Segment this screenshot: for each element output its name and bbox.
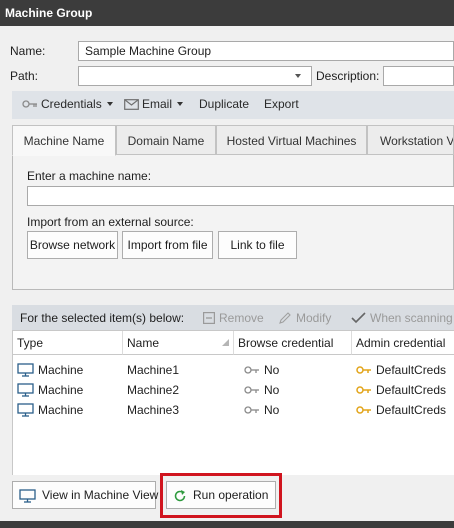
gold-key-icon [356,385,372,395]
pencil-icon [278,311,292,325]
admin-text: DefaultCreds [376,382,447,397]
toolbar: Credentials Email Duplicate Export [12,91,454,119]
tab-machine-name[interactable]: Machine Name [12,125,116,156]
type-cell: Machine [13,398,123,418]
column-header-admin-credential[interactable]: Admin credential [352,331,454,355]
type-text: Machine [38,382,84,397]
admin-text: DefaultCreds [376,402,447,417]
minus-box-icon [203,312,215,324]
tab-workstation-vms[interactable]: Workstation VMs [367,125,454,155]
export-button[interactable]: Export [264,97,299,111]
machine-name-input[interactable] [27,186,454,206]
key-icon [244,405,260,415]
column-header-type[interactable]: Type [13,331,123,355]
admin-cell: DefaultCreds [352,358,454,378]
selection-label: For the selected item(s) below: [20,311,185,325]
column-header-name-label: Name [127,336,160,350]
when-scanning-label: When scanning [370,311,453,325]
browse-cell: No [234,398,352,418]
machine-grid: Type Name Browse credential Admin creden… [12,331,454,475]
admin-text: DefaultCreds [376,362,447,377]
chevron-down-icon[interactable] [295,74,301,78]
selection-toolbar: For the selected item(s) below: Remove M… [12,305,454,331]
browse-network-button[interactable]: Browse network [27,231,118,259]
when-scanning-button[interactable]: When scanning [351,311,453,325]
admin-cell: DefaultCreds [352,398,454,418]
monitor-icon [17,362,34,377]
enter-machine-label: Enter a machine name: [27,169,152,183]
tab-hosted-virtual-machines[interactable]: Hosted Virtual Machines [216,125,367,155]
import-from-file-button[interactable]: Import from file [122,231,213,259]
monitor-icon [17,382,34,397]
tab-domain-name[interactable]: Domain Name [116,125,216,155]
link-to-file-button[interactable]: Link to file [218,231,297,259]
window-title: Machine Group [0,0,454,26]
email-label: Email [142,97,173,111]
view-in-machine-view-label: View in Machine View [42,488,159,502]
key-icon [244,365,260,375]
import-source-label: Import from an external source: [27,215,194,229]
browse-cell: No [234,378,352,398]
remove-button[interactable]: Remove [203,311,264,325]
name-field[interactable]: Sample Machine Group [78,41,454,61]
name-cell: Machine3 [127,402,180,417]
description-field[interactable] [383,66,454,86]
view-in-machine-view-button[interactable]: View in Machine View [12,481,159,509]
credentials-label: Credentials [41,97,102,111]
email-menu[interactable]: Email [124,97,184,111]
modify-button[interactable]: Modify [278,311,331,325]
browse-text: No [264,382,280,397]
credentials-menu[interactable]: Credentials [22,97,113,111]
caret-down-icon [106,102,113,106]
gold-key-icon [356,365,372,375]
caret-down-icon [177,102,184,106]
checkmark-icon [351,312,366,324]
type-cell: Machine [13,378,123,398]
browse-text: No [264,402,280,417]
name-cell: Machine1 [127,362,180,377]
admin-cell: DefaultCreds [352,378,454,398]
key-icon [22,99,38,109]
envelope-icon [124,98,139,110]
gold-key-icon [356,405,372,415]
monitor-icon [19,489,36,503]
duplicate-button[interactable]: Duplicate [199,97,249,111]
remove-label: Remove [219,311,264,325]
column-header-name[interactable]: Name [123,331,234,355]
modify-label: Modify [296,311,332,325]
name-label: Name: [10,44,46,58]
run-operation-highlight [160,473,282,518]
name-cell: Machine2 [127,382,180,397]
path-label: Path: [10,69,39,83]
bottom-strip [0,521,454,528]
type-cell: Machine [13,358,123,378]
key-icon [244,385,260,395]
browse-cell: No [234,358,352,378]
column-header-browse-credential[interactable]: Browse credential [234,331,352,355]
browse-text: No [264,362,280,377]
type-text: Machine [38,402,84,417]
path-combobox[interactable] [78,66,312,86]
sort-icon [222,339,229,346]
type-text: Machine [38,362,84,377]
description-label: Description: [316,69,380,83]
monitor-icon [17,402,34,417]
